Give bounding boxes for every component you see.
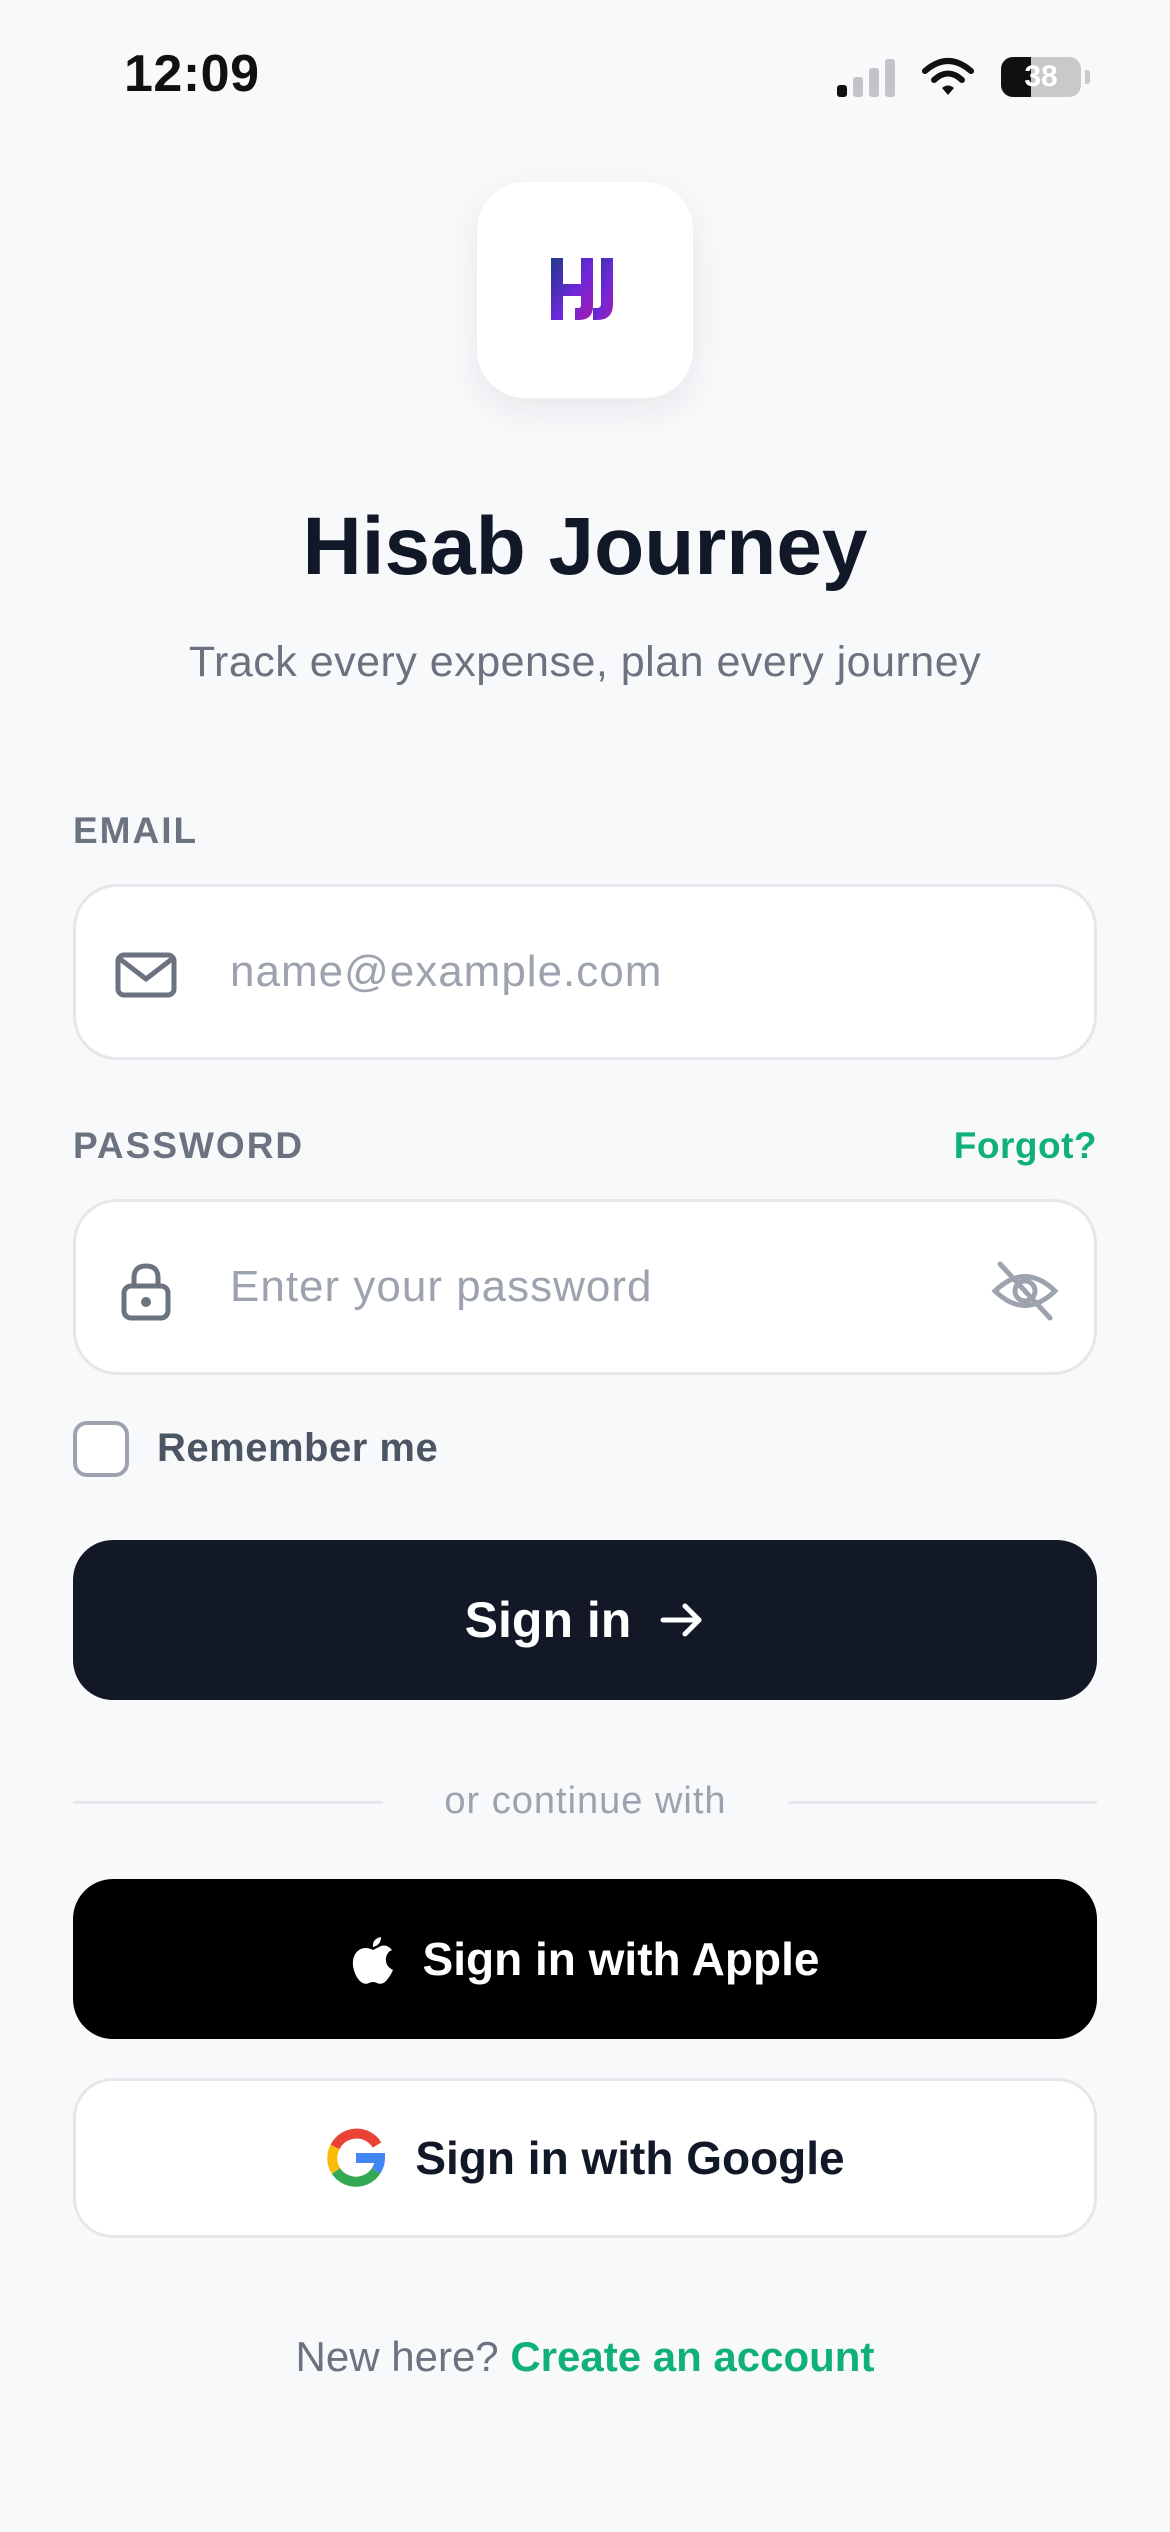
remember-me-checkbox[interactable] xyxy=(73,1421,129,1477)
footer-prompt: New here? Create an account xyxy=(0,2333,1170,2381)
sign-in-label: Sign in xyxy=(464,1592,632,1648)
divider-line-left xyxy=(73,1801,383,1804)
apple-button-label: Sign in with Apple xyxy=(422,1933,820,1985)
sign-in-with-google-button[interactable]: Sign in with Google xyxy=(73,2078,1097,2238)
sign-in-button[interactable]: Sign in xyxy=(73,1540,1097,1700)
email-field-container[interactable] xyxy=(73,884,1097,1060)
remember-me-label[interactable]: Remember me xyxy=(157,1426,438,1471)
create-account-link[interactable]: Create an account xyxy=(510,2333,874,2380)
arrow-right-icon xyxy=(660,1603,702,1637)
forgot-password-link[interactable]: Forgot? xyxy=(954,1125,1097,1167)
divider-text: or continue with xyxy=(444,1780,727,1822)
battery-percent: 38 xyxy=(1024,60,1058,93)
status-time: 12:09 xyxy=(124,45,260,103)
new-here-text: New here? xyxy=(295,2333,499,2380)
battery-icon: 38 xyxy=(1001,57,1081,97)
mail-icon xyxy=(115,952,177,998)
google-button-label: Sign in with Google xyxy=(415,2132,845,2184)
divider-line-right xyxy=(788,1801,1097,1804)
app-title: Hisab Journey xyxy=(302,501,868,592)
email-input[interactable] xyxy=(230,887,930,1057)
email-label: EMAIL xyxy=(73,810,199,851)
wifi-icon xyxy=(922,58,974,95)
google-icon xyxy=(327,2128,386,2187)
password-label: PASSWORD xyxy=(73,1125,305,1166)
password-field-container[interactable] xyxy=(73,1199,1097,1375)
battery-nub xyxy=(1085,70,1090,84)
lock-icon xyxy=(121,1263,171,1321)
sign-in-with-apple-button[interactable]: Sign in with Apple xyxy=(73,1879,1097,2039)
eye-off-icon[interactable] xyxy=(990,1256,1060,1326)
apple-icon xyxy=(352,1937,393,1984)
password-input[interactable] xyxy=(230,1202,930,1372)
hj-logo-icon xyxy=(551,258,613,320)
app-subtitle: Track every expense, plan every journey xyxy=(188,638,982,686)
status-icons: 38 xyxy=(837,52,1090,102)
app-logo xyxy=(477,182,693,398)
cellular-signal-icon xyxy=(837,59,895,97)
